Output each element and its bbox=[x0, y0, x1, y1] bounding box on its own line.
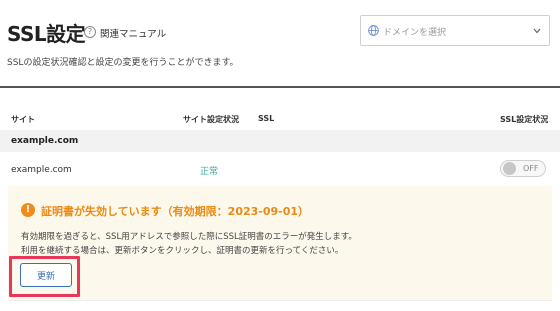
help-icon[interactable]: ? bbox=[84, 26, 96, 38]
domain-select[interactable]: ドメインを選択 bbox=[360, 15, 550, 46]
row-domain: example.com bbox=[11, 165, 72, 175]
ssl-toggle[interactable]: OFF bbox=[500, 160, 546, 177]
ssl-toggle-label: OFF bbox=[523, 164, 539, 173]
warning-message-2: 利用を継続する場合は、更新ボタンをクリックし、証明書の更新を行ってください。 bbox=[21, 246, 344, 256]
domain-group-row: example.com bbox=[0, 130, 560, 152]
chevron-down-icon bbox=[533, 28, 541, 34]
column-header-site-status: サイト設定状況 bbox=[183, 115, 239, 124]
page-title: SSL設定 bbox=[7, 22, 86, 46]
column-header-ssl-status: SSL設定状況 bbox=[500, 115, 549, 124]
site-status-badge: 正常 bbox=[200, 167, 219, 177]
column-header-site: サイト bbox=[11, 115, 35, 124]
warning-message-1: 有効期限を過ぎると、SSL用アドレスで参照した際にSSL証明書のエラーが発生しま… bbox=[21, 232, 357, 242]
header-divider bbox=[0, 86, 560, 88]
related-manual-link[interactable]: 関連マニュアル bbox=[100, 26, 166, 40]
domain-group-label: example.com bbox=[11, 136, 79, 146]
page-description: SSLの設定状況確認と設定の変更を行うことができます。 bbox=[7, 58, 239, 68]
globe-icon bbox=[368, 25, 379, 36]
warning-icon: ! bbox=[21, 203, 35, 217]
column-header-ssl: SSL bbox=[258, 114, 275, 123]
warning-title: 証明書が失効しています（有効期限：2023-09-01） bbox=[41, 205, 310, 218]
certificate-expired-warning: ! 証明書が失効しています（有効期限：2023-09-01） 有効期限を過ぎると… bbox=[8, 186, 552, 301]
domain-select-placeholder: ドメインを選択 bbox=[383, 28, 447, 38]
toggle-knob bbox=[503, 162, 516, 175]
update-button[interactable]: 更新 bbox=[20, 263, 72, 287]
